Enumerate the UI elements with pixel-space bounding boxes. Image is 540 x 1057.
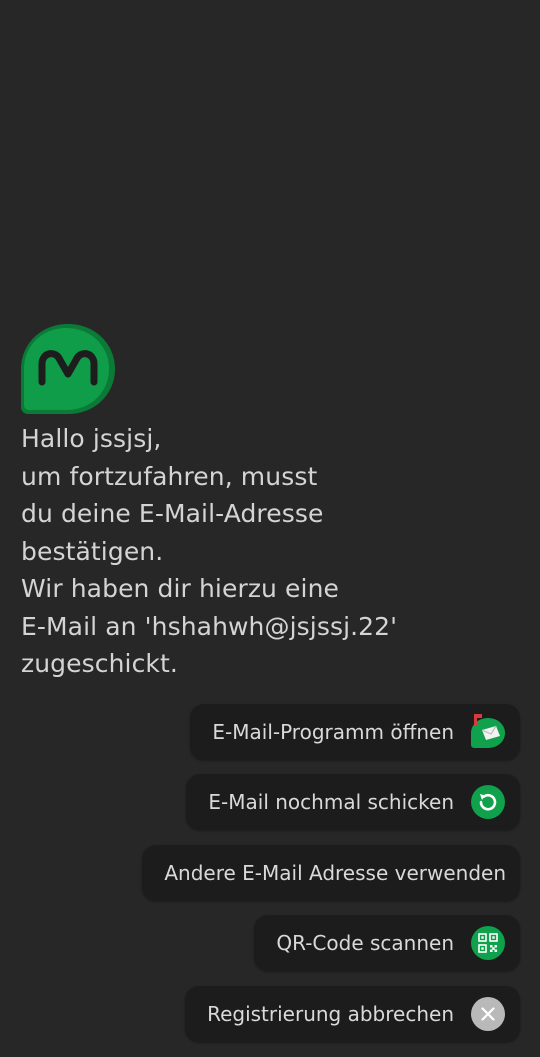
use-other-email-button[interactable]: Andere E-Mail Adresse verwenden — [142, 845, 520, 901]
message-line: zugeschickt. — [21, 649, 178, 678]
message-line: du deine E-Mail-Adresse — [21, 499, 324, 528]
qr-code-icon — [470, 925, 506, 961]
resend-email-button[interactable]: E-Mail nochmal schicken — [186, 774, 520, 830]
cancel-registration-button[interactable]: Registrierung abbrechen — [185, 986, 520, 1042]
message-line: Hallo jssjsj, — [21, 424, 162, 453]
verification-message: Hallo jssjsj, um fortzufahren, musst du … — [21, 420, 521, 683]
use-other-email-label: Andere E-Mail Adresse verwenden — [164, 861, 506, 885]
message-line: bestätigen. — [21, 536, 164, 566]
m-chat-bubble-logo-icon — [21, 324, 115, 414]
open-mail-app-button[interactable]: E-Mail-Programm öffnen — [190, 704, 520, 760]
app-logo — [20, 322, 116, 416]
mailbox-icon — [470, 714, 506, 750]
open-mail-app-label: E-Mail-Programm öffnen — [212, 720, 454, 744]
message-line: E-Mail an 'hshahwh@jsjssj.22' — [21, 611, 398, 641]
message-line: um fortzufahren, musst — [21, 461, 318, 491]
cancel-registration-label: Registrierung abbrechen — [207, 1002, 454, 1026]
resend-email-label: E-Mail nochmal schicken — [208, 790, 454, 814]
resend-icon — [470, 784, 506, 820]
message-line: Wir haben dir hierzu eine — [21, 574, 340, 603]
close-icon — [470, 996, 506, 1032]
scan-qr-code-label: QR-Code scannen — [276, 931, 454, 955]
scan-qr-code-button[interactable]: QR-Code scannen — [254, 915, 520, 971]
